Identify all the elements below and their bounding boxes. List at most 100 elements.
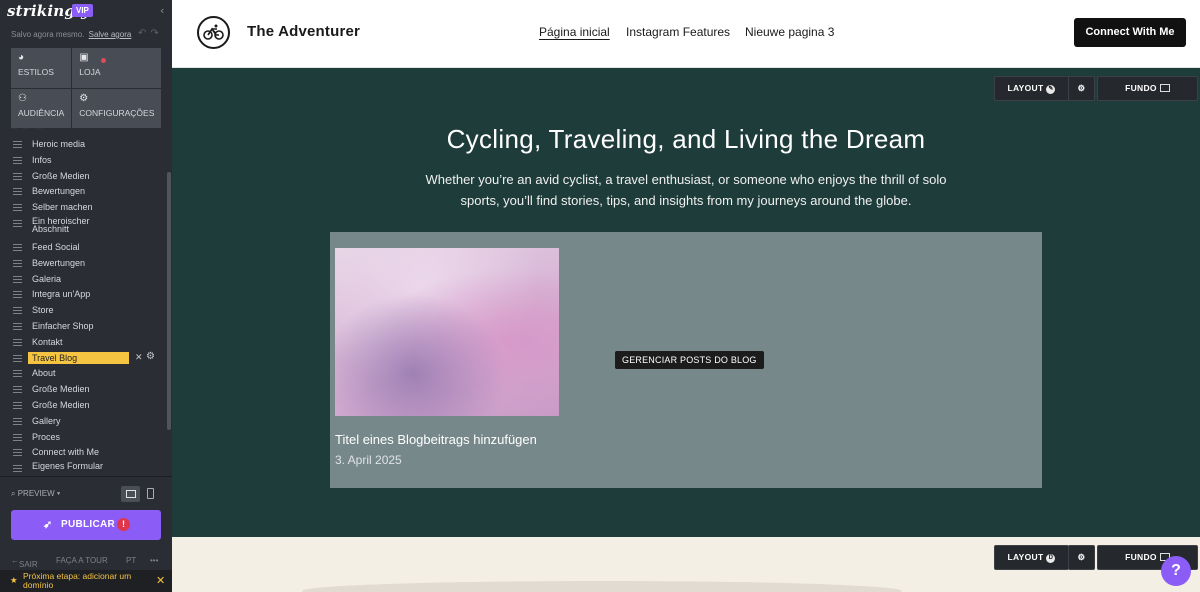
manage-blog-posts-button[interactable]: GERENCIAR POSTS DO BLOG (615, 351, 764, 369)
nav-new-page-3[interactable]: Nieuwe pagina 3 (745, 25, 834, 39)
next-step-tip[interactable]: ★ Próxima etapa: adicionar um domínio ✕ (0, 570, 172, 592)
section-item[interactable]: Selber machen (0, 200, 166, 216)
drag-handle-icon[interactable] (13, 433, 22, 441)
palette-icon: ◕ (18, 52, 25, 63)
section-item[interactable]: Integra un'App (0, 287, 166, 303)
drag-handle-icon[interactable] (13, 291, 22, 299)
layout-button[interactable]: LAYOUT ✎ (994, 76, 1069, 101)
section-settings-button[interactable]: ⚙ (1068, 76, 1095, 101)
desktop-view-icon[interactable] (121, 486, 140, 502)
drag-handle-icon[interactable] (13, 322, 22, 330)
drag-handle-icon[interactable] (13, 354, 22, 362)
language-link[interactable]: PT (126, 556, 136, 565)
section-item[interactable]: Einfacher Shop (0, 319, 166, 335)
section-item-label: Eigenes Formular (32, 461, 104, 472)
site-navbar: The Adventurer Página inicial Instagram … (172, 0, 1200, 68)
section-item[interactable]: About (0, 366, 166, 382)
drag-handle-icon[interactable] (13, 156, 22, 164)
section-settings-button[interactable]: ⚙ (1068, 545, 1095, 570)
drag-handle-icon[interactable] (13, 417, 22, 425)
exit-label: SAIR (19, 560, 38, 569)
exit-link[interactable]: ← SAIR (11, 556, 38, 569)
section-item-label: Connect with Me (32, 447, 100, 458)
blog-post-title[interactable]: Titel eines Blogbeitrags hinzufügen (335, 432, 537, 447)
section-item[interactable]: Feed Social (0, 240, 166, 256)
connect-button[interactable]: Connect With Me (1074, 18, 1186, 47)
section-item-label: Bewertungen (32, 257, 86, 268)
section-item[interactable]: Connect with Me (0, 445, 166, 461)
nav-home[interactable]: Página inicial (539, 25, 610, 39)
section-item[interactable]: Ein heroischer Abschnitt (0, 216, 166, 240)
section-item-label: Infos (32, 154, 52, 165)
gear-icon: ⚙ (79, 92, 89, 104)
site-title[interactable]: The Adventurer (247, 23, 360, 40)
help-button[interactable]: ? (1161, 556, 1191, 586)
drag-handle-icon[interactable] (13, 188, 22, 196)
bicycle-logo-icon[interactable] (197, 16, 230, 49)
drag-handle-icon[interactable] (13, 259, 22, 267)
section-item[interactable]: Große Medien (0, 169, 166, 185)
gear-icon: ⚙ (1077, 83, 1086, 93)
delete-section-icon[interactable]: ✕ (135, 352, 143, 363)
tile-audience[interactable]: ⚇ AUDIÊNCIA (11, 88, 72, 128)
publish-button[interactable]: ➶ PUBLICAR ! (11, 510, 161, 540)
undo-icon[interactable]: ↶ (138, 28, 150, 39)
background-button[interactable]: FUNDO (1097, 76, 1198, 101)
layout-button[interactable]: LAYOUT D (994, 545, 1069, 570)
section-item[interactable]: Eigenes Formular (0, 461, 166, 476)
tour-link[interactable]: FAÇA A TOUR (56, 556, 108, 565)
drag-handle-icon[interactable] (13, 338, 22, 346)
tile-styles[interactable]: ◕ ESTILOS (11, 48, 72, 88)
drag-handle-icon[interactable] (13, 307, 22, 315)
section-gear-icon[interactable]: ⚙ (146, 351, 155, 362)
section-item[interactable]: Gallery (0, 414, 166, 430)
section-item-label: Selber machen (32, 202, 93, 213)
section-item[interactable]: Bewertungen (0, 184, 166, 200)
drag-handle-icon[interactable] (13, 219, 22, 227)
section-item[interactable]: Proces (0, 430, 166, 446)
drag-handle-icon[interactable] (13, 370, 22, 378)
rocket-icon: ➶ (43, 519, 53, 531)
section-item[interactable]: Große Medien (0, 382, 166, 398)
sidebar-scrollbar[interactable] (167, 172, 171, 430)
drag-handle-icon[interactable] (13, 386, 22, 394)
drag-handle-icon[interactable] (13, 401, 22, 409)
drag-handle-icon[interactable] (13, 141, 22, 148)
section-item-label: Integra un'App (32, 289, 91, 300)
section-item[interactable]: Infos (0, 153, 166, 169)
collapse-sidebar-icon[interactable]: ‹ (160, 4, 164, 17)
section-item[interactable]: Galeria (0, 272, 166, 288)
more-icon[interactable]: ••• (150, 556, 158, 565)
drag-handle-icon[interactable] (13, 275, 22, 283)
redo-icon[interactable]: ↷ (150, 28, 162, 39)
hero-title[interactable]: Cycling, Traveling, and Living the Dream (172, 124, 1200, 155)
background-label: FUNDO (1125, 552, 1157, 562)
gear-icon: ⚙ (1077, 552, 1086, 562)
section-item[interactable]: Travel Blog ✕ ⚙ (0, 351, 166, 367)
section-item[interactable]: Kontakt (0, 335, 166, 351)
nav-instagram-features[interactable]: Instagram Features (626, 25, 730, 39)
drag-handle-icon[interactable] (13, 243, 22, 251)
tile-settings[interactable]: ⚙ CONFIGURAÇÕES (72, 88, 162, 128)
tile-store[interactable]: ▣ LOJA (72, 48, 162, 88)
tip-text: Próxima etapa: adicionar um domínio (23, 571, 132, 590)
section-item-label: Große Medien (32, 399, 90, 410)
preview-row: ⌕ PREVIEW ▾ (0, 476, 172, 504)
drag-handle-icon[interactable] (13, 204, 22, 212)
blog-post-image[interactable] (335, 248, 559, 416)
section-item[interactable]: Heroic media (0, 137, 166, 153)
sidebar-tiles: ◕ ESTILOS ▣ LOJA ⚇ AUDIÊNCIA ⚙ CONFIGURA… (11, 48, 162, 128)
preview-button[interactable]: ⌕ PREVIEW ▾ (11, 489, 60, 499)
drag-handle-icon[interactable] (13, 449, 22, 457)
save-now-link[interactable]: Salve agora (89, 30, 132, 39)
hero-section: LAYOUT ✎ ⚙ FUNDO Cycling, Traveling, and … (172, 68, 1200, 537)
hero-subtitle[interactable]: Whether you’re an avid cyclist, a travel… (416, 169, 956, 211)
section-item[interactable]: Große Medien (0, 398, 166, 414)
section-item[interactable]: Bewertungen (0, 256, 166, 272)
drag-handle-icon[interactable] (13, 172, 22, 180)
section-item[interactable]: Store (0, 303, 166, 319)
mobile-view-icon[interactable] (147, 488, 154, 499)
drag-handle-icon[interactable] (13, 465, 22, 473)
vip-badge: VIP (72, 4, 93, 17)
close-tip-icon[interactable]: ✕ (156, 574, 165, 587)
